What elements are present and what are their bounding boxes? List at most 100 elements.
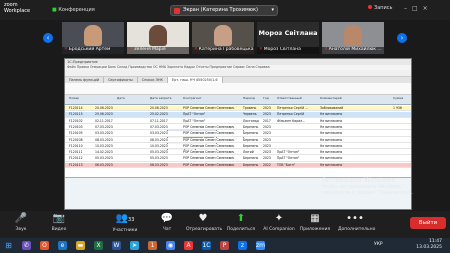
language-indicator[interactable]: УКР — [374, 242, 383, 248]
column-header[interactable]: Сумма — [393, 96, 403, 100]
react-button[interactable]: ♥ Отреагировать — [186, 213, 223, 232]
word-icon[interactable]: W — [112, 241, 121, 250]
table-row[interactable]: F120105 03.03.2023 03.03.2023 РОР Семенов С… — [65, 131, 411, 137]
table-cell: 02.11.2017 — [95, 118, 113, 123]
table-row[interactable]: F120114 20.06.2023 20.06.2023 РОР Семенов С… — [65, 106, 411, 112]
acrobat-icon[interactable]: A — [184, 241, 193, 250]
participant-name: Зеленя Марія — [133, 47, 166, 52]
table-row[interactable]: F120113 06.03.2023 06.03.2023 РОР Семенов С… — [65, 162, 411, 169]
office-icon[interactable]: O — [40, 241, 49, 250]
apps-button[interactable]: ▦ Приложения — [298, 213, 332, 232]
grid-header: Номер Дата Дата запрета Контрагент Перио… — [65, 95, 411, 105]
column-header[interactable]: Дата — [117, 96, 125, 100]
share-button[interactable]: ⬆ Поделиться — [224, 213, 258, 232]
column-header[interactable]: Контрагент — [183, 96, 202, 100]
record-button[interactable]: Запись — [368, 5, 392, 11]
column-header[interactable]: Комментарий — [320, 96, 342, 100]
edge-icon[interactable]: e — [58, 241, 67, 250]
share-icon: ⬆ — [236, 213, 246, 224]
more-label: Дополнительно — [338, 227, 376, 232]
column-header[interactable]: Номер — [69, 96, 79, 100]
video-button[interactable]: 📷 Видео — [42, 213, 76, 232]
audio-label: Звук — [15, 227, 27, 232]
minimize-icon[interactable]: – — [404, 5, 412, 12]
participant-name: Анатолій Михайлюк ... — [328, 47, 382, 52]
leave-button[interactable]: Выйти — [410, 217, 446, 229]
audio-button[interactable]: 🎤 Звук — [4, 213, 38, 232]
participant-tile[interactable]: Мороз Світлана ✕Мороз Світлана — [257, 22, 319, 54]
filter-panel[interactable] — [65, 83, 411, 95]
zoom-workplace-icon[interactable]: zm — [256, 241, 265, 250]
explorer-icon[interactable]: ▬ — [76, 241, 85, 250]
column-header[interactable]: Год — [263, 96, 269, 100]
onec-app-icon[interactable]: 1С — [202, 241, 211, 250]
chrome-icon[interactable]: ◉ — [166, 241, 175, 250]
clock[interactable]: 11:47 13.03.2025 — [402, 239, 442, 251]
table-row[interactable]: F120103 07.03.2023 07.03.2023 РОР Семенов С… — [65, 124, 411, 131]
participants-label: Участники — [112, 228, 138, 233]
participant-video — [344, 25, 362, 46]
participant-tile[interactable]: ✕Зеленя Марія — [127, 22, 189, 54]
muted-mic-icon: ✕ — [129, 47, 133, 52]
prev-page-button[interactable]: ‹ — [43, 33, 53, 43]
table-cell: РОР Семенов Семен Семенович — [183, 131, 235, 136]
table-cell: Петренко Сергій — [277, 112, 305, 117]
table-row[interactable]: F120115 25.06.2023 25.02.2023 ПрАТ "Оптан" Ч… — [65, 112, 411, 118]
shield-icon: ■ — [52, 7, 57, 13]
participants-button[interactable]: 👥33 Участники — [108, 213, 142, 233]
table-cell: РОР Семенов Семен Семенович — [183, 137, 235, 142]
window-controls[interactable]: –□× — [404, 5, 446, 14]
chat-icon: 💬 — [160, 213, 174, 224]
react-label: Отреагировать — [186, 227, 223, 232]
zoom-logo-subtext: Workplace — [4, 8, 31, 14]
table-cell: 2023 — [263, 131, 271, 136]
table-cell: 08.03.2023 — [150, 137, 168, 142]
muted-mic-icon: ✕ — [194, 47, 198, 52]
participant-name: Катерина Грабовецька — [198, 47, 254, 52]
viber-icon[interactable]: ✆ — [22, 241, 31, 250]
chat-button[interactable]: 💬 Чат — [150, 213, 184, 232]
more-button[interactable]: ••• Дополнительно — [338, 213, 376, 232]
muted-mic-icon: ✕ — [324, 47, 328, 52]
column-header[interactable]: Ответственный — [277, 96, 302, 100]
participant-name: Бродський Артем — [68, 47, 111, 52]
powerpoint-icon[interactable]: P — [220, 241, 229, 250]
conference-menu[interactable]: ■ Конференция — [52, 7, 95, 13]
table-cell: Не визначено — [320, 124, 343, 129]
table-row[interactable]: F120102 02.11.2017 07.11.2017 ПрАТ "Оптан" Л… — [65, 118, 411, 124]
muted-mic-icon: ✕ — [259, 47, 263, 52]
table-row[interactable]: F120111 14.02.2023 05.03.2023 РОР Семенов С… — [65, 150, 411, 156]
table-cell: ПрАТ "Оптан" — [277, 150, 300, 155]
onec-icon[interactable]: 1 — [148, 241, 157, 250]
camera-off-icon: 📷 — [52, 213, 66, 224]
zoom-taskbar-icon[interactable]: z — [238, 241, 247, 250]
next-page-button[interactable]: › — [397, 33, 407, 43]
windows-start-icon[interactable]: ⊞ — [4, 241, 13, 250]
column-header[interactable]: Дата запрета — [150, 96, 171, 100]
close-icon[interactable]: × — [423, 5, 433, 12]
zoom-title-bar: zoom Workplace ■ Конференция Экран (Кате… — [0, 0, 450, 20]
telegram-icon[interactable]: ➤ — [130, 241, 139, 250]
maximize-icon[interactable]: □ — [412, 5, 423, 12]
participant-tile[interactable]: ✕Катерина Грабовецька — [192, 22, 254, 54]
table-cell: F120105 — [69, 131, 83, 136]
table-row[interactable]: F120110 10.03.2023 10.03.2023 РОР Семенов С… — [65, 143, 411, 150]
table-cell: 05.03.2023 — [150, 156, 168, 161]
table-cell: Березень — [243, 131, 259, 136]
table-row[interactable]: F120108 08.03.2023 08.03.2023 РОР Семенов С… — [65, 137, 411, 143]
table-cell: Березень — [243, 137, 259, 142]
table-cell: Не визначено — [320, 156, 343, 161]
participant-tile[interactable]: ✕Бродський Артем — [62, 22, 124, 54]
participant-tile[interactable]: ✕Анатолій Михайлюк ... — [322, 22, 384, 54]
table-row[interactable]: F120112 05.03.2023 05.03.2023 РОР Семенов С… — [65, 156, 411, 162]
share-label: Поделиться — [226, 227, 256, 232]
chevron-down-icon: ▾ — [271, 7, 274, 13]
excel-icon[interactable]: X — [94, 241, 103, 250]
column-header[interactable]: Период — [243, 96, 255, 100]
app-toolbar[interactable] — [65, 70, 411, 77]
table-cell: 07.11.2017 — [150, 118, 168, 123]
table-cell: 14.02.2023 — [95, 150, 113, 155]
ai-companion-button[interactable]: ✦ AI Companion — [262, 213, 296, 232]
table-cell: F120115 — [69, 112, 83, 117]
screen-share-indicator[interactable]: Экран (Катерина Трохимюк) ▾ — [170, 5, 278, 16]
